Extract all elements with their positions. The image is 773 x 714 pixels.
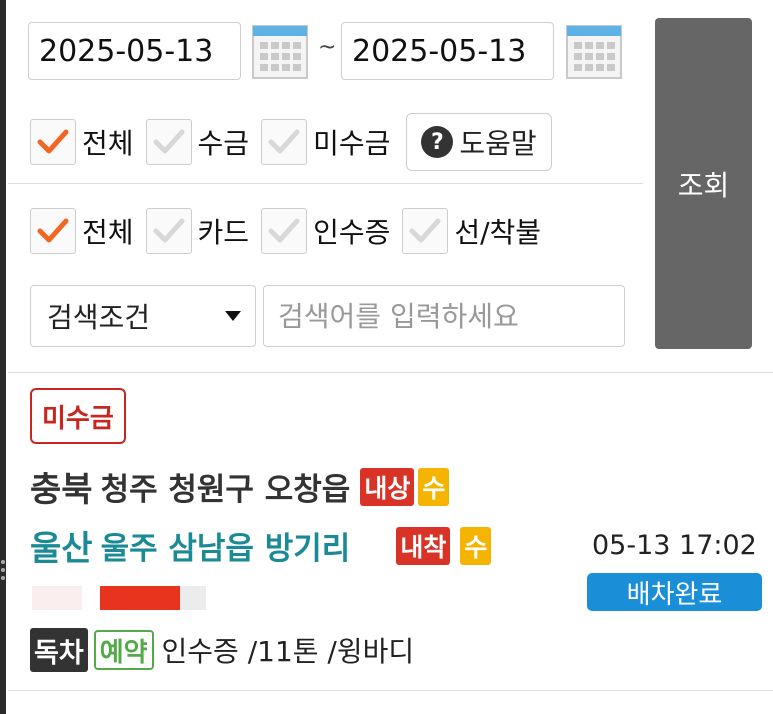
check-icon bbox=[37, 129, 69, 154]
checkbox-box[interactable] bbox=[30, 208, 76, 254]
checkbox-box[interactable] bbox=[261, 208, 308, 254]
divider bbox=[8, 372, 773, 373]
status-badge: 미수금 bbox=[30, 388, 126, 444]
origin-province: 충북 bbox=[30, 470, 93, 510]
calendar-icon[interactable] bbox=[565, 22, 623, 80]
divider bbox=[8, 690, 773, 691]
order-time: 05-13 17:02 bbox=[592, 530, 757, 561]
help-button[interactable]: ? 도움말 bbox=[406, 113, 552, 171]
exclusive-tag: 독차 bbox=[30, 628, 88, 672]
checkbox-box[interactable] bbox=[261, 119, 308, 165]
checkbox-box[interactable] bbox=[145, 208, 192, 254]
type-filter-row: 전체 카드 인수증 선/착불 bbox=[30, 206, 553, 256]
origin-line[interactable]: 충북 청주 청원구 오창읍 내상 수 bbox=[30, 462, 450, 511]
search-condition-select[interactable]: 검색조건 bbox=[30, 285, 256, 347]
destination-line[interactable]: 울산 울주 삼남읍 방기리 내착 수 bbox=[30, 521, 492, 570]
load-tag: 내상 bbox=[360, 467, 415, 506]
start-date-field[interactable]: 2025-05-13 bbox=[28, 22, 241, 80]
checkbox-label: 인수증 bbox=[313, 216, 391, 249]
left-edge-bar bbox=[0, 0, 6, 714]
checkbox-box[interactable] bbox=[402, 208, 449, 254]
dispatch-status-badge: 배차완료 bbox=[587, 573, 762, 611]
hand-load-tag: 수 bbox=[418, 467, 450, 506]
unload-tag: 내착 bbox=[396, 526, 451, 565]
checkbox-label: 선/착불 bbox=[454, 216, 542, 249]
checkbox-label: 카드 bbox=[197, 216, 250, 249]
hand-unload-tag: 수 bbox=[460, 526, 492, 565]
type-check-receipt[interactable]: 인수증 bbox=[261, 208, 390, 254]
end-date-field[interactable]: 2025-05-13 bbox=[341, 22, 554, 80]
check-icon bbox=[409, 218, 441, 243]
checkbox-label: 미수금 bbox=[313, 127, 391, 160]
origin-detail: 청주 청원구 오창읍 bbox=[100, 472, 351, 508]
payment-filter-row: 전체 수금 미수금 ? 도움말 bbox=[30, 113, 552, 171]
checkbox-box[interactable] bbox=[145, 119, 192, 165]
date-separator: ~ bbox=[318, 35, 337, 60]
check-icon bbox=[153, 218, 185, 243]
check-icon bbox=[153, 129, 185, 154]
type-check-prepaid-cod[interactable]: 선/착불 bbox=[402, 208, 541, 254]
redacted-block bbox=[180, 586, 206, 610]
redacted-block bbox=[32, 586, 82, 610]
divider bbox=[8, 183, 643, 184]
checkbox-label: 전체 bbox=[82, 216, 134, 249]
payment-check-uncollected[interactable]: 미수금 bbox=[261, 119, 390, 165]
type-check-all[interactable]: 전체 bbox=[30, 208, 134, 254]
drag-handle-icon[interactable] bbox=[0, 556, 6, 584]
checkbox-label: 전체 bbox=[82, 127, 134, 160]
redacted-block bbox=[100, 586, 180, 610]
checkbox-label: 수금 bbox=[197, 127, 250, 160]
payment-check-collected[interactable]: 수금 bbox=[145, 119, 250, 165]
checkbox-box[interactable] bbox=[30, 119, 76, 165]
dropdown-arrow-icon bbox=[225, 311, 241, 321]
type-check-card[interactable]: 카드 bbox=[145, 208, 250, 254]
destination-detail: 울주 삼남읍 방기리 bbox=[100, 531, 351, 567]
reserve-tag: 예약 bbox=[93, 630, 154, 670]
check-icon bbox=[268, 129, 300, 154]
check-icon bbox=[37, 218, 69, 243]
search-button[interactable]: 조회 bbox=[655, 18, 752, 349]
order-details: 인수증 /11톤 /윙바디 bbox=[161, 635, 415, 668]
help-label: 도움말 bbox=[459, 127, 537, 160]
destination-province: 울산 bbox=[30, 529, 93, 569]
calendar-icon[interactable] bbox=[251, 22, 309, 80]
order-info-line: 독차 예약 인수증 /11톤 /윙바디 bbox=[30, 628, 414, 672]
search-input[interactable] bbox=[263, 285, 625, 347]
payment-check-all[interactable]: 전체 bbox=[30, 119, 134, 165]
help-icon: ? bbox=[421, 126, 454, 158]
check-icon bbox=[268, 218, 300, 243]
select-value: 검색조건 bbox=[47, 301, 151, 334]
